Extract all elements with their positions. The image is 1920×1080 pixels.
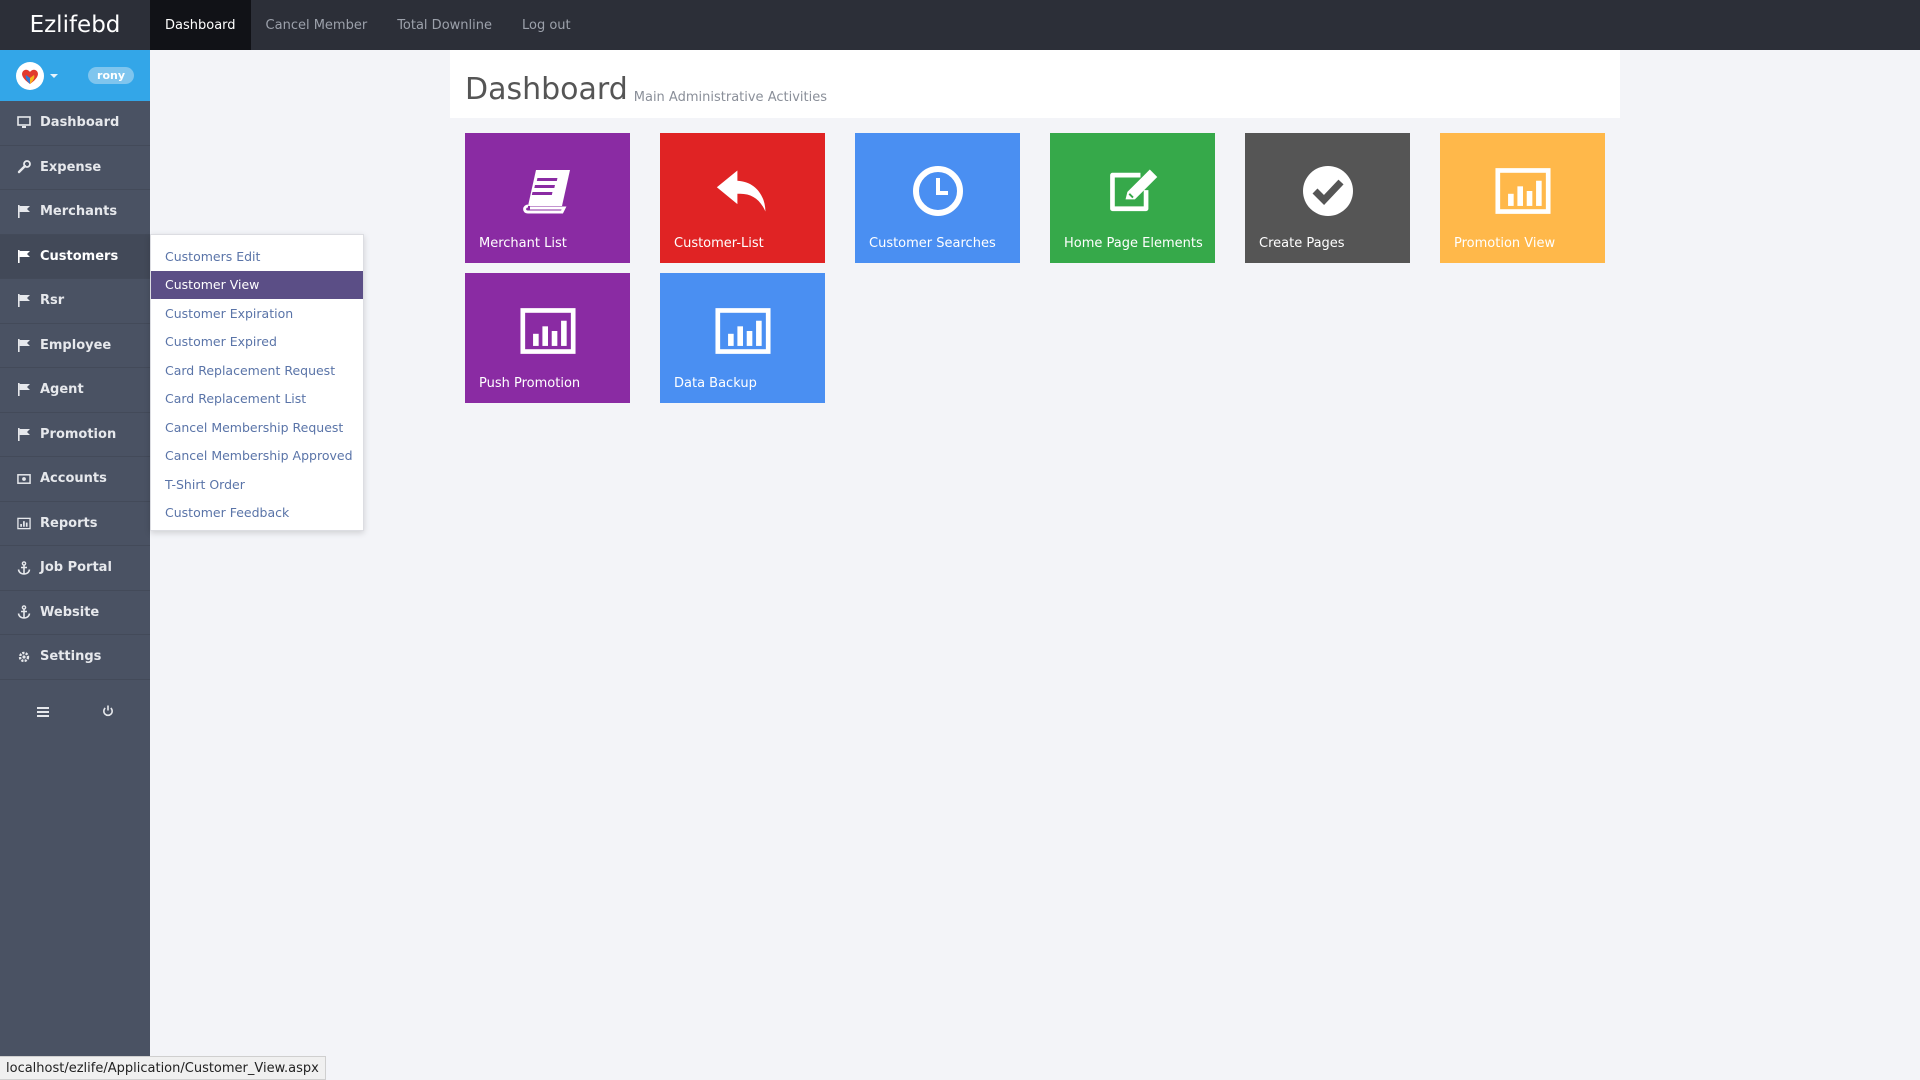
tile-push-promotion[interactable]: Push Promotion [465,273,630,403]
bar-chart-icon [1494,163,1551,219]
book-icon [520,163,576,219]
sidebar-item-label: Promotion [40,426,117,442]
edit-icon [1105,163,1161,219]
submenu-item-customer-view[interactable]: Customer View [151,270,363,299]
chevron-down-icon [50,73,58,78]
sidebar-item-label: Reports [40,515,98,531]
sidebar-item-label: Customers [40,248,119,264]
submenu-item-card-replacement-list[interactable]: Card Replacement List [151,385,363,414]
top-navbar: Ezlifebd Dashboard Cancel Member Total D… [0,0,1920,50]
flag-icon [17,383,31,397]
avatar [16,61,44,90]
reply-arrow-icon [715,163,771,219]
sidebar-item-label: Employee [40,337,112,353]
chart-icon [17,516,31,530]
sidebar-item-label: Job Portal [40,560,112,576]
clock-icon [910,163,966,219]
check-circle-icon [1300,163,1356,219]
gear-icon [17,650,31,664]
sidebar-item-promotion[interactable]: Promotion [0,413,150,457]
sidebar-item-reports[interactable]: Reports [0,502,150,546]
top-nav-dashboard[interactable]: Dashboard [150,0,251,50]
sidebar-item-expense[interactable]: Expense [0,146,150,190]
sidebar-item-label: Settings [40,649,102,665]
tile-customer-searches[interactable]: Customer Searches [855,133,1020,263]
tile-label: Customer Searches [869,236,996,251]
dashboard-tiles: Merchant List Customer-List Customer Sea… [465,133,1615,403]
power-icon[interactable] [102,702,114,721]
submenu-item-customer-feedback[interactable]: Customer Feedback [151,499,363,528]
tile-label: Promotion View [1454,236,1556,251]
sidebar-item-customers[interactable]: Customers [0,234,150,279]
top-nav-cancel-member[interactable]: Cancel Member [251,0,383,50]
submenu-item-customer-expired[interactable]: Customer Expired [151,328,363,357]
sidebar-item-settings[interactable]: Settings [0,635,150,680]
submenu-item-card-replacement-request[interactable]: Card Replacement Request [151,356,363,385]
submenu-item-customers-edit[interactable]: Customers Edit [151,242,363,271]
tile-label: Customer-List [674,236,764,251]
customers-submenu: Customers Edit Customer View Customer Ex… [150,234,364,531]
submenu-item-customer-expiration[interactable]: Customer Expiration [151,299,363,328]
sidebar-item-employee[interactable]: Employee [0,324,150,368]
anchor-icon [17,560,31,575]
sidebar-item-agent[interactable]: Agent [0,368,150,413]
bar-chart-icon [519,303,576,359]
flag-icon [17,338,31,352]
side-menu: Dashboard Expense Merchants Customers Rs… [0,101,150,680]
page-subtitle: Main Administrative Activities [633,90,827,105]
monitor-icon [17,116,31,130]
sidebar-item-website[interactable]: Website [0,591,150,635]
menu-toggle-icon[interactable] [36,702,49,721]
browser-status-bar: localhost/ezlife/Application/Customer_Vi… [0,1056,326,1080]
tile-label: Merchant List [479,236,567,251]
sidebar-item-dashboard[interactable]: Dashboard [0,101,150,146]
sidebar-item-label: Dashboard [40,115,120,131]
tile-customer-list[interactable]: Customer-List [660,133,825,263]
flag-icon [17,205,31,219]
sidebar-item-label: Website [40,604,100,620]
sidebar-footer [0,680,150,744]
brand-logo[interactable]: Ezlifebd [0,0,150,50]
sidebar-item-accounts[interactable]: Accounts [0,457,150,502]
sidebar-item-label: Accounts [40,471,107,487]
top-nav-total-downline[interactable]: Total Downline [382,0,507,50]
top-nav-logout[interactable]: Log out [507,0,586,50]
submenu-item-cancel-membership-request[interactable]: Cancel Membership Request [151,413,363,442]
bar-chart-icon [714,303,771,359]
tile-label: Data Backup [674,376,757,391]
submenu-item-cancel-membership-approved[interactable]: Cancel Membership Approved [151,442,363,471]
tile-label: Push Promotion [479,376,581,391]
sidebar-item-rsr[interactable]: Rsr [0,279,150,324]
sidebar: rony Dashboard Expense Merchants Custome… [0,50,150,1080]
sidebar-item-label: Agent [40,382,84,398]
tile-label: Create Pages [1259,236,1345,251]
tile-create-pages[interactable]: Create Pages [1245,133,1410,263]
flag-icon [17,294,31,308]
submenu-item-tshirt-order[interactable]: T-Shirt Order [151,470,363,499]
anchor-icon [17,605,31,620]
tile-promotion-view[interactable]: Promotion View [1440,133,1605,263]
heart-logo-icon [22,69,38,84]
top-nav: Dashboard Cancel Member Total Downline L… [150,0,586,50]
tile-label: Home Page Elements [1064,236,1203,251]
page-title: Dashboard [465,72,628,107]
tile-data-backup[interactable]: Data Backup [660,273,825,403]
sidebar-item-job-portal[interactable]: Job Portal [0,546,150,591]
user-name-badge[interactable]: rony [88,67,134,84]
flag-icon [17,249,31,263]
tile-home-page-elements[interactable]: Home Page Elements [1050,133,1215,263]
wrench-icon [17,160,31,174]
page-header: Dashboard Main Administrative Activities [450,50,1620,118]
user-box: rony [0,50,150,101]
sidebar-item-label: Rsr [40,293,65,309]
sidebar-item-merchants[interactable]: Merchants [0,190,150,235]
tile-merchant-list[interactable]: Merchant List [465,133,630,263]
user-menu-toggle[interactable] [16,61,58,90]
sidebar-item-label: Expense [40,159,102,175]
sidebar-item-label: Merchants [40,204,118,220]
flag-icon [17,427,31,441]
money-icon [17,472,31,486]
